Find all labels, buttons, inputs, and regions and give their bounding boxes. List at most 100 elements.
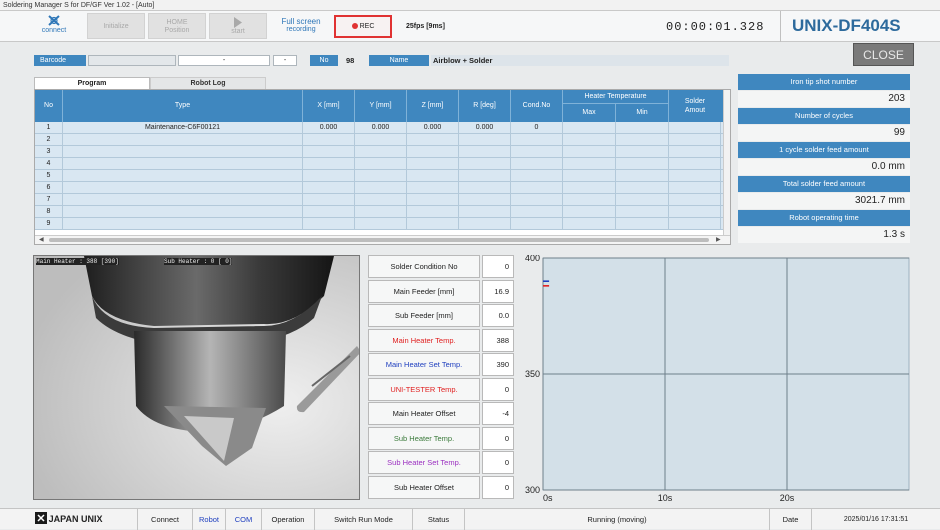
window-title: Soldering Manager S for DF/GF Ver 1.02 -…	[0, 0, 940, 11]
table-row[interactable]: 7	[35, 194, 725, 206]
cell-no: 3	[35, 146, 63, 158]
stat-label: Robot operating time	[738, 210, 910, 226]
cell-x	[303, 146, 355, 158]
table-row[interactable]: 8	[35, 206, 725, 218]
param-value: 16.9	[482, 279, 514, 303]
table-horizontal-scrollbar[interactable]: ◀ ▶	[35, 235, 730, 244]
rec-label: REC	[359, 23, 375, 30]
cell-y	[355, 134, 407, 146]
cell-solder	[669, 194, 721, 206]
stat-label: Iron tip shot number	[738, 74, 910, 90]
status-robot: Robot	[193, 509, 226, 530]
program-table: No Type X [mm] Y [mm] Z [mm] R [deg] Con…	[34, 89, 731, 245]
cell-no: 7	[35, 194, 63, 206]
home-label-line2: Position	[164, 27, 190, 34]
cell-z: 0.000	[407, 122, 459, 134]
stat-label: 1 cycle solder feed amount	[738, 142, 910, 158]
cell-no: 4	[35, 158, 63, 170]
sub-heater-overlay: Sub Heater : 0 [ 0]	[164, 258, 233, 265]
fps-readout: 25fps [9ms]	[406, 23, 445, 30]
program-no-value: 98	[346, 56, 355, 65]
col-r: R [deg]	[459, 90, 511, 122]
initialize-label: Initialize	[103, 23, 129, 30]
program-name-label: Name	[369, 55, 429, 66]
stat-label: Total solder feed amount	[738, 176, 910, 192]
program-no-label: No	[310, 55, 338, 66]
cell-r	[459, 134, 511, 146]
cell-y	[355, 206, 407, 218]
stat-value: 99	[738, 125, 910, 141]
cell-min	[616, 206, 669, 218]
cell-cond	[511, 206, 563, 218]
param-value: 388	[482, 328, 514, 352]
rec-button[interactable]: REC	[334, 15, 392, 38]
param-label: UNI-TESTER Temp.	[368, 377, 480, 401]
scroll-thumb[interactable]	[49, 238, 709, 242]
col-z: Z [mm]	[407, 90, 459, 122]
table-row[interactable]: 4	[35, 158, 725, 170]
param-value: 0.0	[482, 304, 514, 327]
col-type: Type	[63, 90, 303, 122]
table-row[interactable]: 1 Maintenance-C6F00121 0.000 0.000 0.000 0.00…	[35, 122, 725, 134]
start-button[interactable]: start	[209, 13, 267, 39]
initialize-button[interactable]: Initialize	[87, 13, 145, 39]
param-label: Sub Feeder [mm]	[368, 304, 480, 327]
close-button[interactable]: CLOSE	[853, 43, 914, 66]
cell-solder	[669, 218, 721, 230]
cell-no: 9	[35, 218, 63, 230]
cell-cond	[511, 134, 563, 146]
cell-type	[63, 146, 303, 158]
table-row[interactable]: 5	[35, 170, 725, 182]
col-solder-line2: Amout	[684, 107, 706, 114]
cell-r	[459, 194, 511, 206]
home-position-button[interactable]: HOME Position	[148, 13, 206, 39]
cell-type	[63, 218, 303, 230]
scroll-left-icon[interactable]: ◀	[39, 237, 44, 244]
status-switch-run-mode: Switch Run Mode	[315, 509, 413, 530]
cell-max	[563, 134, 616, 146]
cell-x	[303, 158, 355, 170]
barcode-field	[88, 55, 176, 66]
x-tick-label: 0s	[543, 493, 553, 503]
stat-value: 203	[738, 91, 910, 107]
cell-type	[63, 170, 303, 182]
col-max: Max	[563, 104, 616, 122]
cell-no: 2	[35, 134, 63, 146]
param-value: 0	[482, 475, 514, 499]
cell-solder	[669, 170, 721, 182]
program-name-value: Airblow + Solder	[431, 55, 729, 66]
camera-view: Main Heater : 388 [390] Sub Heater : 0 […	[33, 255, 360, 500]
cell-z	[407, 182, 459, 194]
cell-max	[563, 158, 616, 170]
start-label: start	[231, 28, 245, 35]
cell-no: 1	[35, 122, 63, 134]
cell-r	[459, 146, 511, 158]
cell-r	[459, 158, 511, 170]
cell-min	[616, 122, 669, 134]
table-vertical-scrollbar[interactable]	[723, 90, 730, 237]
stat-label: Number of cycles	[738, 108, 910, 124]
param-value: 390	[482, 353, 514, 376]
scroll-right-icon[interactable]: ▶	[716, 237, 721, 244]
col-solder-amount: Solder Amout	[669, 90, 721, 122]
cell-cond	[511, 218, 563, 230]
cell-z	[407, 134, 459, 146]
tab-program[interactable]: Program	[34, 77, 150, 89]
cell-z	[407, 158, 459, 170]
fullscreen-recording-button[interactable]: Full screen recording	[272, 13, 330, 39]
table-row[interactable]: 6	[35, 182, 725, 194]
toolbar-divider	[780, 11, 781, 42]
connect-button[interactable]: connect	[32, 13, 76, 39]
table-row[interactable]: 3	[35, 146, 725, 158]
cell-y: 0.000	[355, 122, 407, 134]
col-solder-line1: Solder	[684, 98, 706, 105]
table-row[interactable]: 9	[35, 218, 725, 230]
x-tick-label: 10s	[658, 493, 673, 503]
tab-robot-log[interactable]: Robot Log	[150, 77, 266, 89]
param-label: Sub Heater Set Temp.	[368, 451, 480, 474]
cell-type	[63, 134, 303, 146]
cell-z	[407, 206, 459, 218]
table-row[interactable]: 2	[35, 134, 725, 146]
cell-x	[303, 194, 355, 206]
cell-z	[407, 194, 459, 206]
